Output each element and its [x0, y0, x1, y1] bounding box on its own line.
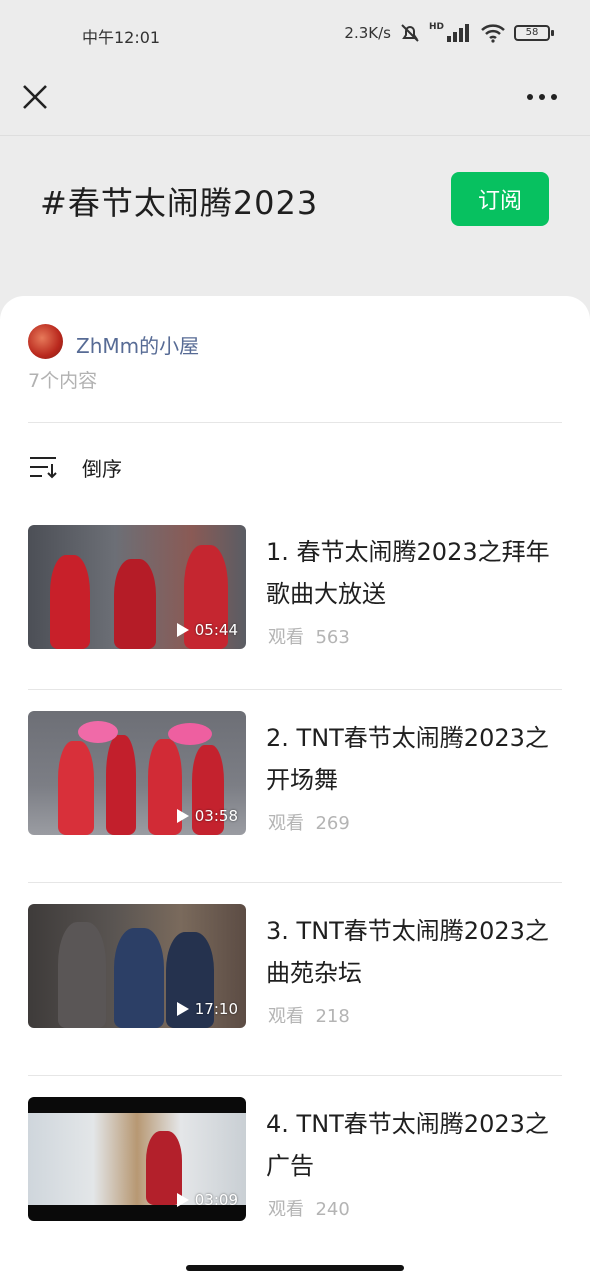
video-duration-badge: 03:58	[176, 807, 238, 825]
video-item[interactable]: 17:10 3. TNT春节太闹腾2023之曲苑杂坛 观看 218	[28, 904, 562, 1028]
status-indicators: 2.3K/s HD 58	[344, 22, 554, 44]
views-label: 观看	[268, 627, 304, 648]
video-duration: 17:10	[194, 1000, 238, 1018]
author-avatar[interactable]	[28, 324, 63, 359]
net-speed: 2.3K/s	[344, 24, 391, 42]
video-item[interactable]: 03:58 2. TNT春节太闹腾2023之开场舞 观看 269	[28, 711, 562, 835]
video-views: 观看 218	[268, 1002, 350, 1028]
video-title[interactable]: 3. TNT春节太闹腾2023之曲苑杂坛	[266, 910, 562, 994]
divider	[28, 882, 562, 883]
thumbnail-figure	[114, 559, 156, 649]
views-label: 观看	[268, 1006, 304, 1027]
bell-mute-icon	[401, 24, 419, 42]
divider	[28, 422, 562, 423]
video-views: 观看 240	[268, 1195, 350, 1221]
video-thumbnail[interactable]: 05:44	[28, 525, 246, 649]
video-duration: 05:44	[194, 621, 238, 639]
video-item[interactable]: 05:44 1. 春节太闹腾2023之拜年歌曲大放送 观看 563	[28, 525, 562, 649]
topic-title: #春节太闹腾2023	[40, 184, 319, 222]
video-thumbnail[interactable]: 17:10	[28, 904, 246, 1028]
video-duration-badge: 17:10	[176, 1000, 238, 1018]
video-duration-badge: 03:09	[176, 1191, 238, 1209]
video-duration-badge: 05:44	[176, 621, 238, 639]
views-count: 218	[315, 1006, 350, 1027]
views-label: 观看	[268, 1199, 304, 1220]
network-label: HD	[428, 22, 444, 32]
play-icon	[176, 1002, 189, 1016]
thumbnail-figure	[58, 741, 94, 835]
play-icon	[176, 809, 189, 823]
status-time: 中午12:01	[82, 28, 161, 47]
video-title[interactable]: 1. 春节太闹腾2023之拜年歌曲大放送	[266, 531, 562, 615]
thumbnail-figure	[58, 922, 106, 1028]
signal-icon	[447, 24, 469, 42]
thumbnail-figure	[168, 723, 212, 745]
views-count: 269	[315, 813, 350, 834]
home-indicator[interactable]	[186, 1265, 404, 1271]
video-duration: 03:58	[194, 807, 238, 825]
views-count: 563	[315, 627, 350, 648]
top-nav	[0, 70, 590, 136]
video-title[interactable]: 4. TNT春节太闹腾2023之广告	[266, 1103, 562, 1187]
video-views: 观看 563	[268, 623, 350, 649]
status-bar: 中午12:01 2.3K/s HD 58	[0, 0, 590, 70]
video-item[interactable]: 03:09 4. TNT春节太闹腾2023之广告 观看 240	[28, 1097, 562, 1221]
video-thumbnail[interactable]: 03:09	[28, 1097, 246, 1221]
wifi-icon	[481, 24, 505, 43]
video-title[interactable]: 2. TNT春节太闹腾2023之开场舞	[266, 717, 562, 801]
sort-icon	[30, 457, 57, 479]
content-sheet: ZhMm的小屋 7个内容 倒序 05:44 1. 春节太闹腾2023之拜年歌曲大…	[0, 296, 590, 1280]
author-name[interactable]: ZhMm的小屋	[76, 330, 199, 359]
views-count: 240	[315, 1199, 350, 1220]
thumbnail-figure	[114, 928, 164, 1028]
more-icon[interactable]	[522, 82, 562, 112]
divider	[28, 1075, 562, 1076]
divider	[28, 689, 562, 690]
play-icon	[176, 1193, 189, 1207]
item-count: 7个内容	[28, 370, 98, 392]
battery-level: 58	[525, 27, 539, 38]
sort-label: 倒序	[82, 456, 122, 481]
video-thumbnail[interactable]: 03:58	[28, 711, 246, 835]
subscribe-button[interactable]: 订阅	[451, 172, 549, 226]
thumbnail-figure	[78, 721, 118, 743]
video-views: 观看 269	[268, 809, 350, 835]
thumbnail-figure	[106, 735, 136, 835]
sort-toggle[interactable]: 倒序	[28, 452, 122, 482]
battery-icon: 58	[514, 25, 554, 41]
video-duration: 03:09	[194, 1191, 238, 1209]
views-label: 观看	[268, 813, 304, 834]
play-icon	[176, 623, 189, 637]
thumbnail-figure	[50, 555, 90, 649]
close-icon[interactable]	[20, 82, 50, 112]
